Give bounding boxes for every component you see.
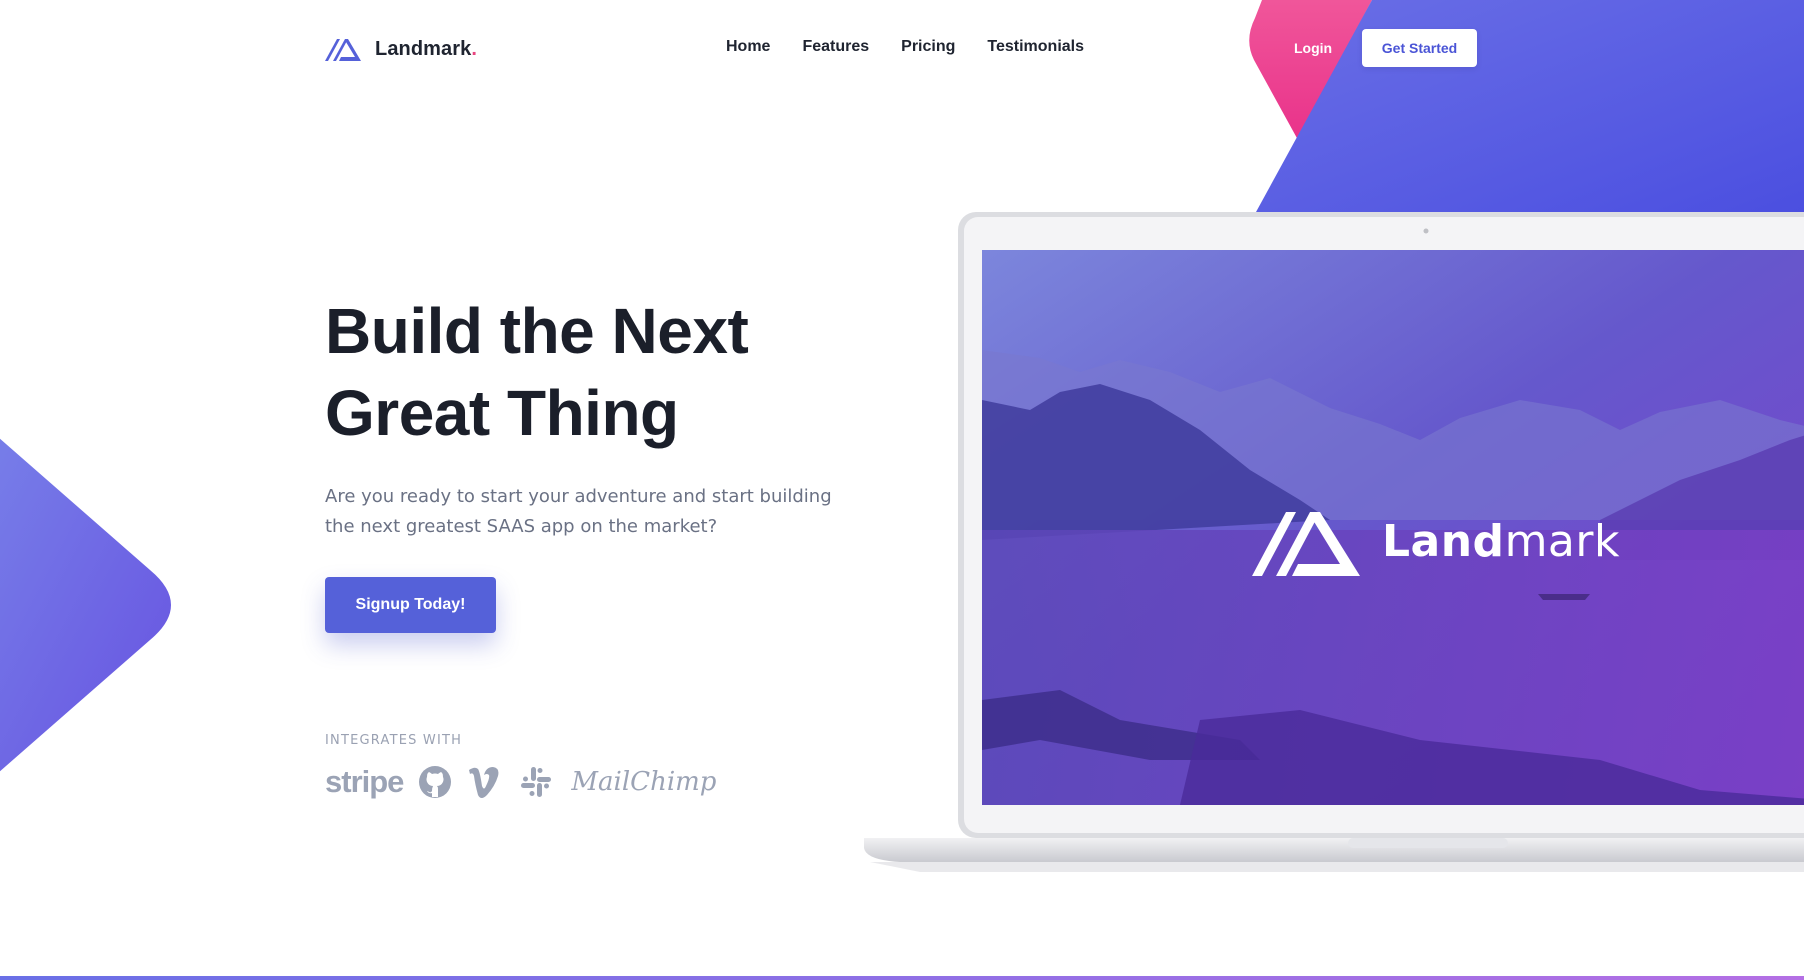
hero-subtitle: Are you ready to start your adventure an…: [325, 486, 832, 537]
nav-item-home[interactable]: Home: [726, 38, 770, 56]
nav-item-pricing[interactable]: Pricing: [901, 38, 955, 56]
slack-icon: [521, 767, 552, 797]
main-nav: Home Features Pricing Testimonials: [726, 38, 1084, 56]
hero-title-line1: Build the Next: [325, 295, 749, 367]
landing-page: Landmark. Home Features Pricing Testimon…: [0, 0, 1804, 980]
vimeo-icon: [469, 767, 499, 798]
github-icon: [419, 766, 452, 798]
nav-item-features[interactable]: Features: [802, 38, 869, 56]
screen-logo: Landmark: [1252, 506, 1620, 576]
get-started-button[interactable]: Get Started: [1362, 29, 1477, 67]
signup-button[interactable]: Signup Today!: [325, 577, 496, 633]
left-diamond-shape: [0, 438, 171, 772]
header-gradient-shape: [1249, 0, 1804, 212]
hero-title: Build the Next Great Thing: [325, 290, 885, 454]
brand-logo[interactable]: Landmark.: [325, 34, 477, 64]
nav-item-testimonials[interactable]: Testimonials: [987, 38, 1084, 56]
laptop-mockup: [864, 212, 1804, 872]
landmark-logo-icon-large: [1252, 512, 1360, 576]
landmark-logo-icon: [325, 39, 361, 61]
brand-name: Landmark.: [375, 37, 478, 60]
bottom-gradient-line: [0, 976, 1804, 980]
hero-title-line2: Great Thing: [325, 377, 679, 449]
screen-logo-text: Landmark: [1382, 515, 1620, 567]
mailchimp-logo: MailChimp: [571, 767, 717, 797]
integrates-label: INTEGRATES WITH: [325, 733, 463, 748]
integrations-row: stripe MailChimp: [325, 760, 716, 804]
login-link[interactable]: Login: [1294, 40, 1332, 56]
stripe-logo: stripe: [325, 764, 404, 799]
